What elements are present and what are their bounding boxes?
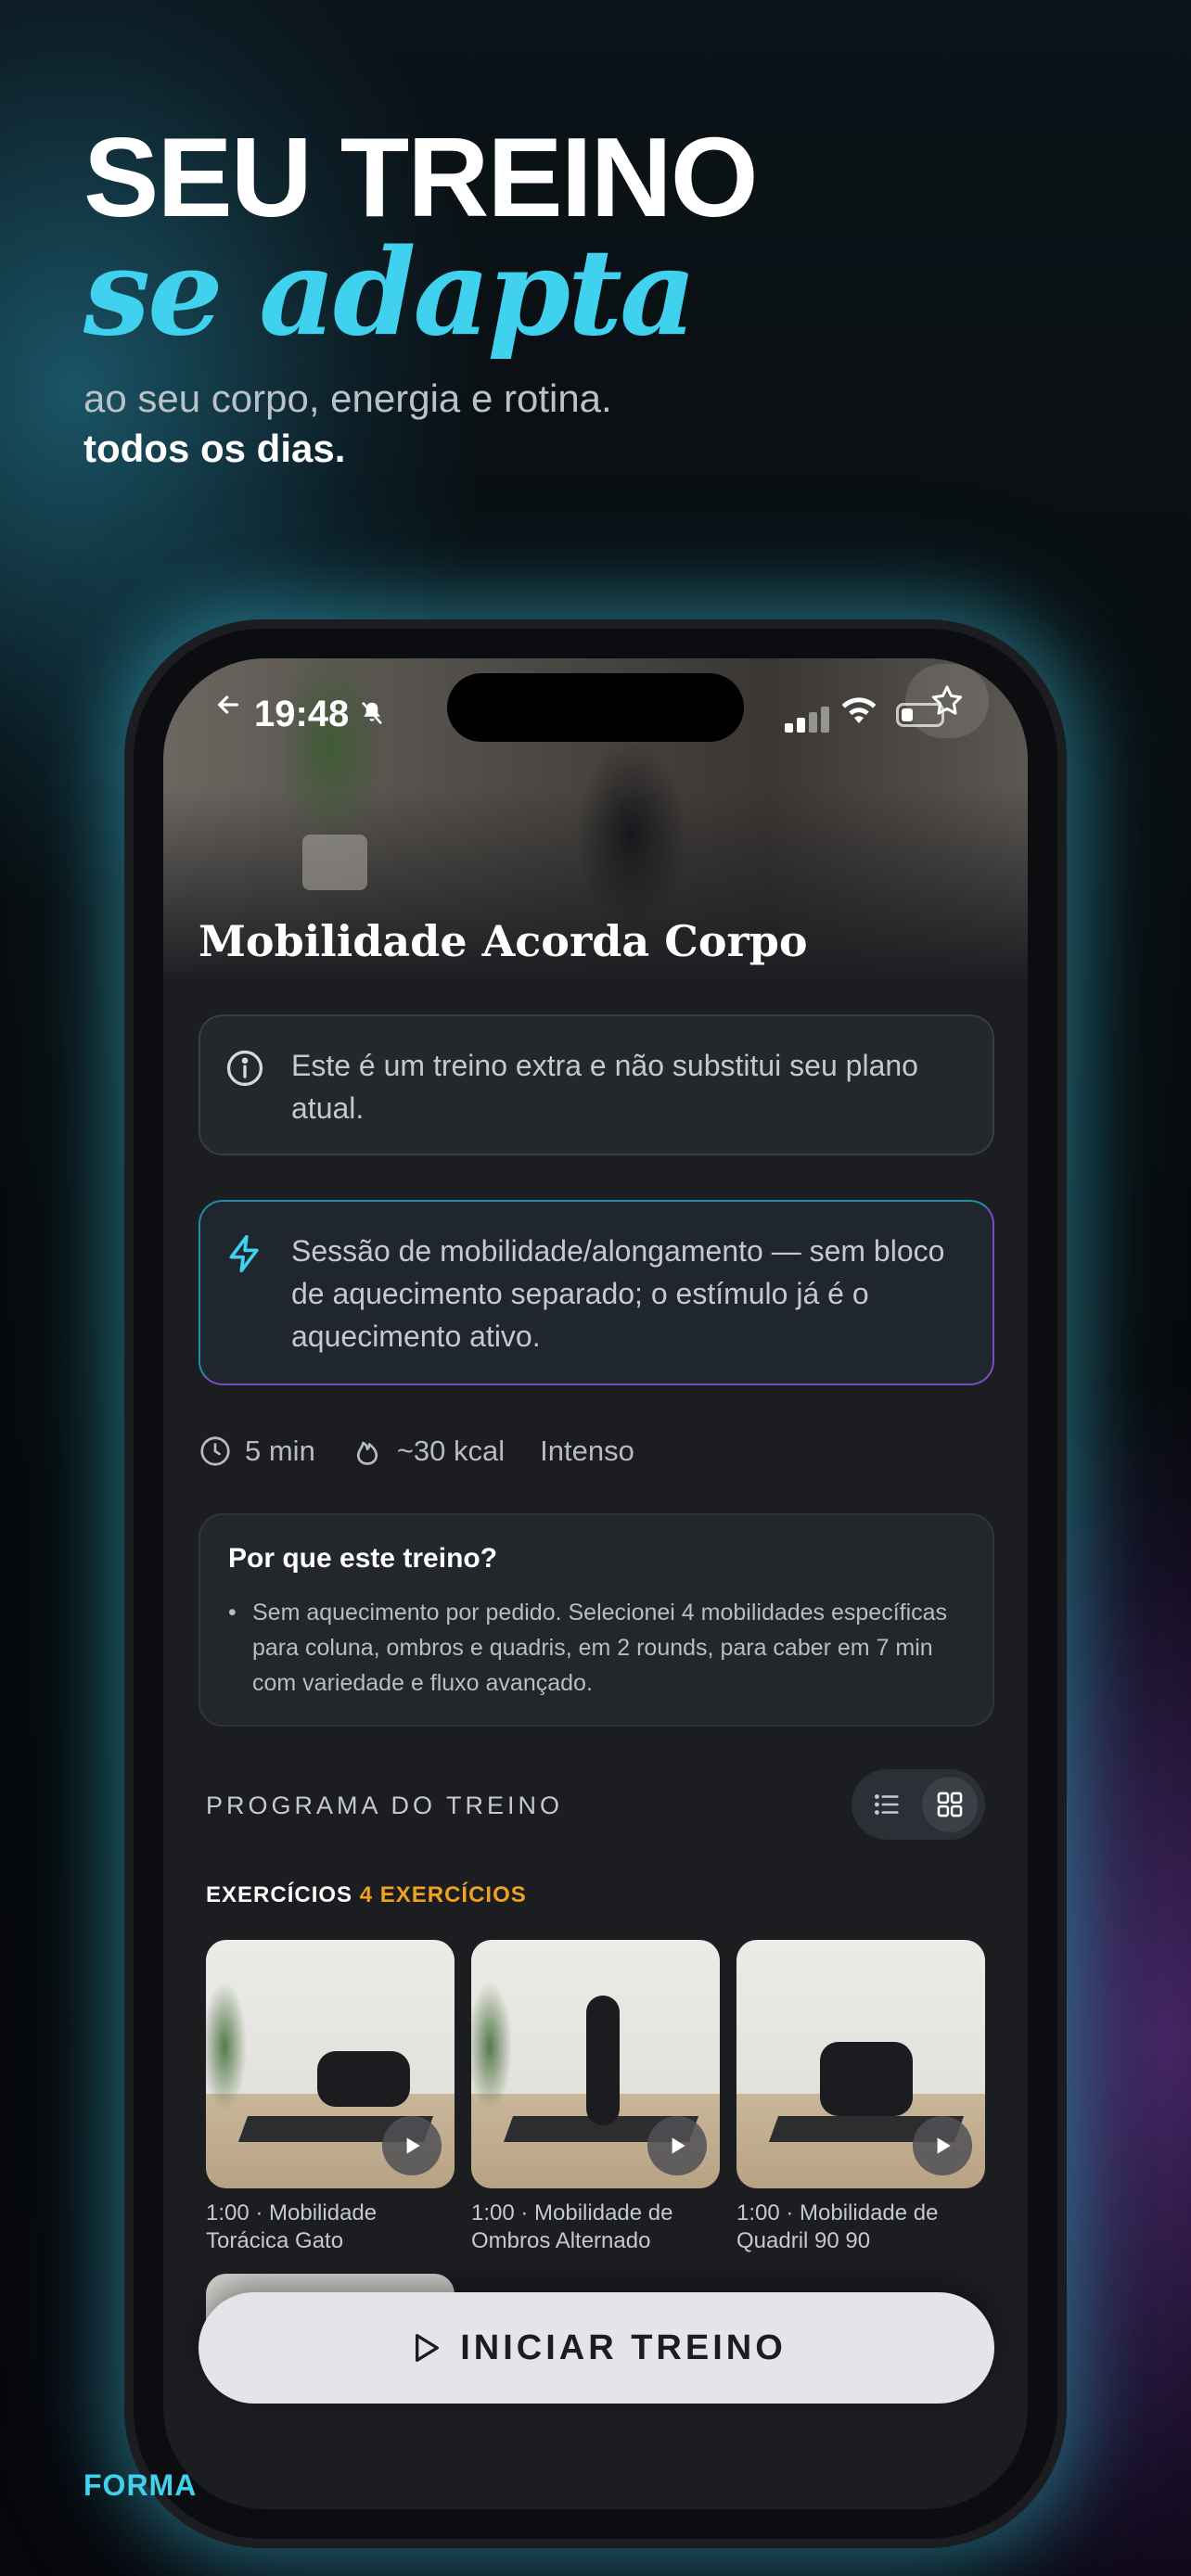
thumbnail-person [820, 2042, 913, 2116]
thumbnail-person [317, 2051, 410, 2107]
meta-duration-value: 5 min [245, 1435, 315, 1467]
signal-icon [785, 705, 831, 733]
play-button[interactable] [913, 2116, 972, 2175]
why-card: Por que este treino? • Sem aquecimento p… [198, 1513, 994, 1727]
star-icon [931, 685, 963, 715]
tip-notice-text: Sessão de mobilidade/alongamento — sem b… [291, 1234, 945, 1353]
view-toggle [852, 1769, 985, 1840]
hero-person [571, 742, 692, 927]
grid-icon [937, 1792, 963, 1817]
back-button[interactable] [200, 677, 256, 733]
info-notice-text: Este é um treino extra e não substitui s… [291, 1049, 918, 1125]
exercise-caption: 1:00 · Mobilidade de Ombros Alternado [471, 2200, 673, 2253]
meta-intensity-value: Intenso [540, 1435, 634, 1467]
exercise-caption: 1:00 · Mobilidade de Quadril 90 90 [736, 2200, 939, 2253]
brand-logo: FORMA [83, 2468, 198, 2502]
meta-calories-value: ~30 kcal [396, 1435, 506, 1467]
play-button[interactable] [382, 2116, 442, 2175]
exercises-label: EXERCÍCIOS 4 EXERCÍCIOS [206, 1882, 527, 1908]
workout-title: Mobilidade Acorda Corpo [198, 916, 808, 966]
status-bar: 19:48 [163, 658, 1028, 751]
status-time: 19:48 [254, 694, 350, 734]
play-outline-icon [416, 2334, 440, 2362]
bell-slash-icon [358, 699, 386, 734]
exercise-caption: 1:00 · Mobilidade Torácica Gato [206, 2200, 378, 2253]
favorite-button[interactable] [905, 664, 989, 738]
exercises-label-text: EXERCÍCIOS [206, 1882, 353, 1907]
hero-pot [302, 835, 367, 890]
program-label: PROGRAMA DO TREINO [206, 1792, 564, 1819]
why-title: Por que este treino? [228, 1543, 498, 1574]
workout-meta: 5 min ~30 kcal Intenso [198, 1428, 670, 1474]
headline-line1: SEU TREINO [83, 114, 759, 240]
headline: SEU TREINO se adapta ao seu corpo, energ… [83, 114, 759, 471]
info-icon [226, 1050, 263, 1087]
thumbnail-person [586, 1996, 620, 2125]
tip-notice: Sessão de mobilidade/alongamento — sem b… [198, 1200, 994, 1385]
headline-subtitle-bold: todos os dias. [83, 427, 346, 470]
lightning-icon [229, 1234, 259, 1273]
dynamic-island [447, 673, 744, 742]
headline-line2: se adapta [83, 223, 697, 363]
meta-duration: 5 min [198, 1435, 315, 1468]
exercise-thumbnail[interactable] [471, 1940, 720, 2188]
meta-intensity: Intenso [540, 1435, 634, 1468]
info-notice: Este é um treino extra e não substitui s… [198, 1014, 994, 1155]
play-icon [406, 2137, 420, 2154]
list-icon [874, 1794, 899, 1815]
thumbnail-plant [206, 1977, 252, 2116]
meta-calories: ~30 kcal [351, 1435, 505, 1468]
exercise-thumbnail[interactable] [736, 1940, 985, 2188]
play-button[interactable] [647, 2116, 707, 2175]
why-bullet: Sem aquecimento por pedido. Selecionei 4… [252, 1600, 948, 1696]
clock-icon [200, 1436, 230, 1466]
thumbnail-plant [471, 1977, 518, 2116]
start-workout-button[interactable]: INICIAR TREINO [198, 2292, 994, 2404]
grid-view-button[interactable] [922, 1777, 978, 1832]
wifi-icon [840, 692, 877, 733]
play-icon [937, 2137, 951, 2154]
exercise-thumbnail[interactable] [206, 1940, 455, 2188]
flame-icon [356, 1441, 378, 1465]
arrow-left-icon [218, 695, 238, 714]
list-view-button[interactable] [859, 1777, 915, 1832]
start-workout-label: INICIAR TREINO [460, 2327, 787, 2367]
headline-subtitle: ao seu corpo, energia e rotina. [83, 376, 612, 420]
play-icon [672, 2137, 685, 2154]
phone-screen: 19:48 Mobilidade Acorda Corpo Este é um … [163, 658, 1028, 2509]
exercises-count: 4 EXERCÍCIOS [359, 1882, 527, 1907]
bullet-dot: • [228, 1600, 237, 1626]
